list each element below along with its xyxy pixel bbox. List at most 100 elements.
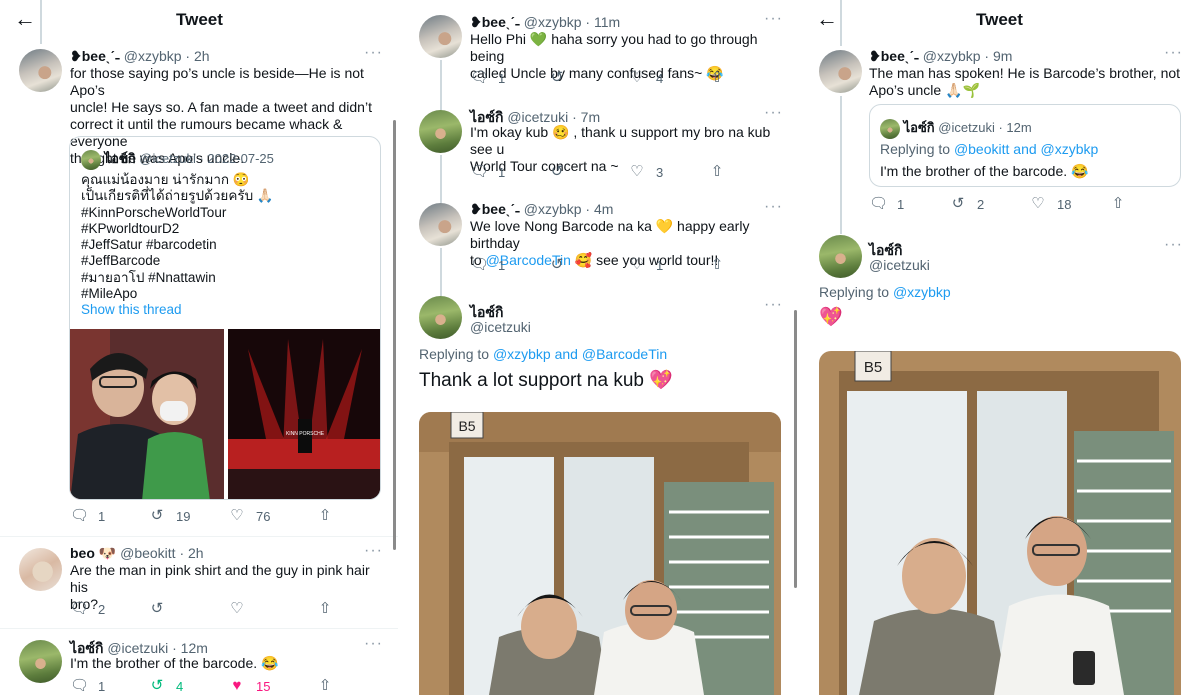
avatar[interactable] — [19, 548, 62, 591]
quoted-tweet[interactable]: ไอซ์กิ @icetzuki · 12m Replying to @beok… — [869, 104, 1181, 187]
retweet-icon: ↺ — [951, 195, 965, 212]
thread-line — [440, 155, 442, 203]
more-icon[interactable]: ··· — [364, 635, 383, 653]
replying-to: Replying to @beokitt and @xzybkp — [880, 141, 1175, 158]
reply-count: 1 — [98, 678, 106, 694]
tweet-actions: 🗨 1 ↺ ♡ 1 ⇧ — [470, 257, 726, 273]
retweet-button[interactable]: ↺ — [548, 257, 628, 273]
author-name: ไอซ์กิ — [470, 109, 504, 125]
retweet-button[interactable]: ↺ 2 — [949, 196, 1029, 212]
retweet-count: 19 — [176, 508, 191, 524]
avatar[interactable] — [419, 110, 462, 153]
header-title: Tweet — [976, 10, 1023, 29]
reply-button[interactable]: 🗨 1 — [470, 70, 548, 86]
back-arrow-icon[interactable]: ← — [816, 8, 838, 30]
reply-count: 1 — [498, 164, 506, 180]
reply-button[interactable]: 🗨 1 — [470, 257, 548, 273]
scrollbar[interactable] — [393, 120, 396, 550]
avatar[interactable] — [819, 235, 862, 278]
retweet-icon: ↺ — [150, 677, 164, 694]
replying-link[interactable]: @xzybkp — [893, 284, 951, 300]
back-arrow-icon[interactable]: ← — [14, 8, 36, 30]
retweet-button[interactable]: ↺ 4 — [148, 678, 228, 694]
avatar[interactable] — [19, 640, 62, 683]
more-icon[interactable]: ··· — [1164, 44, 1183, 62]
share-button[interactable]: ⇧ — [316, 678, 334, 694]
divider — [0, 628, 398, 629]
more-icon[interactable]: ··· — [764, 10, 783, 28]
like-button[interactable]: ♡ 76 — [228, 508, 316, 524]
reply-button[interactable]: 🗨 1 — [70, 678, 148, 694]
avatar[interactable] — [419, 203, 462, 246]
quote-line: #มายอาโป #Nnattawin — [81, 269, 216, 285]
retweet-button[interactable]: ↺ 19 — [148, 508, 228, 524]
panel-thread-middle: ❥beeˎˊ˗ @xzybkp · 11m ··· Hello Phi 💚 ha… — [402, 0, 799, 695]
share-button[interactable]: ⇧ — [1109, 196, 1127, 212]
quote-text: คุณแม่น้องมาย น่ารักมาก 😳 เป็นเกียรติที่… — [81, 172, 376, 319]
retweet-icon: ↺ — [550, 69, 564, 86]
avatar[interactable] — [419, 15, 462, 58]
scrollbar[interactable] — [794, 310, 797, 588]
reply-button[interactable]: 🗨 1 — [470, 164, 548, 180]
like-button[interactable]: ♡ 3 — [628, 164, 708, 180]
quote-line: #KinnPorscheWorldTour — [81, 204, 227, 220]
quote-line: เป็นเกียรติที่ได้ถ่ายรูปด้วยครับ 🙏🏻 — [81, 188, 274, 204]
reply-count: 1 — [98, 508, 106, 524]
share-button[interactable]: ⇧ — [708, 257, 726, 273]
tweet-author[interactable]: ❥beeˎˊ˗ @xzybkp · 9m — [869, 48, 1012, 65]
like-button[interactable]: ♡ 1 — [628, 257, 708, 273]
retweet-button[interactable]: ↺ — [548, 164, 628, 180]
more-icon[interactable]: ··· — [764, 296, 783, 314]
panel-thread-left: ← Tweet ❥beeˎˊ˗ @xzybkp · 2h ··· for tho… — [0, 0, 398, 695]
retweet-button[interactable]: ↺ — [148, 601, 228, 617]
tweet-author[interactable]: ❥beeˎˊ˗ @xzybkp · 2h — [70, 48, 210, 65]
reply-button[interactable]: 🗨 1 — [869, 196, 949, 212]
author-handle: @xzybkp · 9m — [922, 48, 1013, 64]
room-sign-text: B5 — [458, 418, 475, 434]
avatar[interactable] — [819, 50, 862, 93]
retweet-count: 2 — [977, 196, 985, 212]
share-icon: ⇧ — [318, 677, 332, 694]
more-icon[interactable]: ··· — [364, 542, 383, 560]
like-count: 18 — [1057, 196, 1072, 212]
more-icon[interactable]: ··· — [764, 104, 783, 122]
reply-button[interactable]: 🗨 1 — [70, 508, 148, 524]
stage-text: KINN PORSCHE — [286, 431, 325, 437]
reply-button[interactable]: 🗨 2 — [70, 601, 148, 617]
green-heart-emoji: 💚 — [529, 31, 548, 47]
tweet-author[interactable]: ❥beeˎˊ˗ @xzybkp · 4m — [470, 201, 613, 218]
tweet-photo[interactable]: B5 — [819, 351, 1181, 695]
share-button[interactable]: ⇧ — [316, 601, 334, 617]
more-icon[interactable]: ··· — [764, 198, 783, 216]
quote-photo-right[interactable]: KINN PORSCHE — [228, 329, 380, 499]
share-button[interactable]: ⇧ — [708, 164, 726, 180]
like-button[interactable]: ♡ — [228, 601, 316, 617]
reply-author[interactable]: beo 🐶 @beokitt · 2h — [70, 545, 204, 562]
quote-photo-left[interactable] — [70, 329, 224, 499]
like-button[interactable]: ♥ 15 — [228, 678, 316, 694]
show-thread-link[interactable]: Show this thread — [81, 302, 376, 318]
avatar[interactable] — [419, 296, 462, 339]
quoted-tweet[interactable]: ไอซ์กิ @icetzuki · 2022-07-25 คุณแม่น้อง… — [69, 136, 381, 500]
like-button[interactable]: ♡ 18 — [1029, 196, 1109, 212]
avatar[interactable] — [19, 49, 62, 92]
replying-links[interactable]: @beokitt and @xzybkp — [954, 141, 1098, 157]
tweet-actions: 🗨 2 ↺ ♡ ⇧ — [70, 601, 334, 617]
quote-line: #JeffBarcode — [81, 253, 161, 269]
text-part: Hello Phi — [470, 31, 530, 47]
tweet-author[interactable]: ❥beeˎˊ˗ @xzybkp · 11m — [470, 14, 620, 31]
share-button[interactable]: ⇧ — [316, 508, 334, 524]
replying-links[interactable]: @xzybkp and @BarcodeTin — [493, 346, 667, 362]
share-button[interactable]: ⇧ — [708, 70, 726, 86]
author-handle[interactable]: @icetzuki — [470, 319, 531, 335]
quote-line: คุณแม่น้องมาย น่ารักมาก 😳 — [81, 172, 250, 187]
quote-line: #JeffSatur #barcodetin — [81, 237, 217, 253]
tweet-photo[interactable]: B5 — [419, 412, 781, 695]
more-icon[interactable]: ··· — [364, 44, 383, 62]
reply-icon: 🗨 — [70, 600, 90, 617]
like-button[interactable]: ♡ 4 — [628, 70, 708, 86]
retweet-button[interactable]: ↺ — [548, 70, 628, 86]
share-icon: ⇧ — [318, 507, 332, 524]
author-handle[interactable]: @icetzuki — [869, 257, 930, 273]
more-icon[interactable]: ··· — [1164, 236, 1183, 254]
